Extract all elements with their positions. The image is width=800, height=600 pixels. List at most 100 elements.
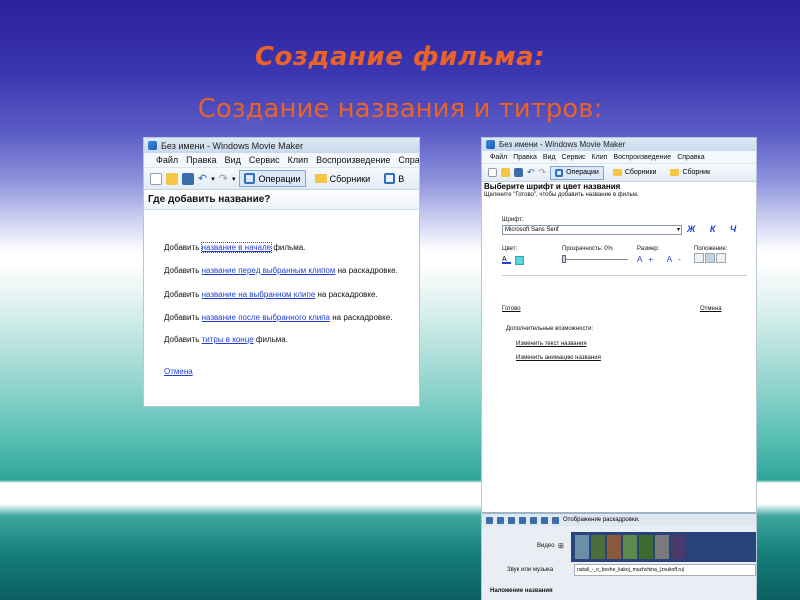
title-overlay-label: Наложение названия xyxy=(490,588,553,594)
option-on-clip: Добавить название на выбранном клипе на … xyxy=(164,290,378,299)
size-label: Размер: xyxy=(637,246,660,252)
open-icon[interactable] xyxy=(501,168,510,177)
redo-icon[interactable]: ↷ xyxy=(539,167,547,178)
text-color-icon[interactable]: A xyxy=(502,256,511,264)
color-label: Цвет: xyxy=(502,246,518,252)
operations-button[interactable]: Операции xyxy=(239,170,306,187)
new-icon[interactable] xyxy=(150,172,162,185)
narrate-icon[interactable] xyxy=(497,516,504,524)
edit-title-text-link[interactable]: Изменить текст названия xyxy=(516,341,587,347)
option-start-title: Добавить название в начале фильма. xyxy=(164,242,306,253)
menu-file[interactable]: Файл xyxy=(156,155,178,165)
timeline-view-icon[interactable] xyxy=(552,516,559,524)
link-title-start[interactable]: название в начале xyxy=(200,242,273,253)
transparency-slider[interactable] xyxy=(562,255,566,263)
task-heading: Где добавить название? xyxy=(144,190,419,210)
size-buttons[interactable]: A+ A- xyxy=(637,255,687,264)
toolbar: ↶ ▾ ↷ ▾ Операции Сборники В xyxy=(144,168,419,190)
movie-maker-icon xyxy=(486,140,495,149)
right-screenshot: Без имени - Windows Movie Maker Файл Пра… xyxy=(481,137,757,600)
open-icon[interactable] xyxy=(166,172,178,185)
window-title: Без имени - Windows Movie Maker xyxy=(161,140,304,151)
link-before-clip[interactable]: название перед выбранным клипом xyxy=(202,266,336,275)
divider xyxy=(502,275,747,276)
menu-file[interactable]: Файл xyxy=(490,154,507,161)
expand-icon[interactable]: ⊞ xyxy=(558,542,564,550)
video-clip[interactable] xyxy=(623,535,637,559)
video-track-label: Видео xyxy=(537,543,555,549)
video-track[interactable] xyxy=(571,532,756,562)
align-right-icon[interactable] xyxy=(716,253,726,263)
chevron-down-icon: ▾ xyxy=(676,227,680,233)
menu-play[interactable]: Воспроизведение xyxy=(613,154,671,161)
extra-button[interactable]: В xyxy=(379,170,409,187)
font-style-buttons[interactable]: Ж К Ч xyxy=(687,224,742,234)
option-before-clip: Добавить название перед выбранным клипом… xyxy=(164,266,398,275)
video-clip[interactable] xyxy=(607,535,621,559)
window-titlebar: Без имени - Windows Movie Maker xyxy=(482,138,756,151)
play-icon[interactable] xyxy=(541,516,548,524)
link-on-clip[interactable]: название на выбранном клипе xyxy=(202,290,316,299)
menu-help[interactable]: Справ xyxy=(398,155,419,165)
menu-tools[interactable]: Сервис xyxy=(562,154,586,161)
edit-title-animation-link[interactable]: Изменить анимацию названия xyxy=(516,355,601,361)
movie-maker-icon xyxy=(148,141,157,150)
operations-button[interactable]: Операции xyxy=(550,165,604,180)
rewind-icon[interactable] xyxy=(530,516,537,524)
transparency-label: Прозрачность: 0% xyxy=(562,246,613,252)
video-clip[interactable] xyxy=(575,535,589,559)
video-clip[interactable] xyxy=(671,535,685,559)
folder-icon xyxy=(670,169,680,176)
left-screenshot: Без имени - Windows Movie Maker Файл Пра… xyxy=(143,137,420,407)
chevron-down-icon[interactable]: ▾ xyxy=(232,175,236,183)
operations-icon xyxy=(555,168,564,177)
window-title: Без имени - Windows Movie Maker xyxy=(499,140,626,149)
redo-icon[interactable]: ↷ xyxy=(219,172,228,185)
align-center-icon[interactable] xyxy=(705,253,715,263)
undo-icon[interactable]: ↶ xyxy=(527,167,535,178)
video-clip[interactable] xyxy=(655,535,669,559)
collection-button[interactable]: Сборник xyxy=(665,166,715,179)
video-clip[interactable] xyxy=(591,535,605,559)
font-select[interactable]: Microsoft Sans Serif ▾ xyxy=(502,225,682,235)
menu-play[interactable]: Воспроизведение xyxy=(316,155,390,165)
folder-icon xyxy=(612,169,622,176)
collections-button[interactable]: Сборники xyxy=(310,171,376,187)
panel-heading: Выберите шрифт и цвет названия xyxy=(484,182,621,191)
audio-clip[interactable]: natali_-_o_boshe_kakoj_muzhchina_(zvukof… xyxy=(574,564,756,576)
panel-subheading: Щелкните "Готово", чтобы добавить назван… xyxy=(484,192,639,198)
cancel-link[interactable]: Отмена xyxy=(164,367,193,376)
cancel-link[interactable]: Отмена xyxy=(700,306,722,312)
menu-clip[interactable]: Клип xyxy=(288,155,308,165)
timeline-toolbar-label[interactable]: Отображение раскадровки. xyxy=(563,517,640,523)
save-icon[interactable] xyxy=(182,172,194,185)
slide-subtitle: Создание названия и титров: xyxy=(197,94,603,124)
done-link[interactable]: Готово xyxy=(502,306,521,312)
more-options-label: Дополнительные возможности: xyxy=(506,326,594,332)
position-label: Положение: xyxy=(694,246,728,252)
link-credits-end[interactable]: титры в конце xyxy=(202,335,254,344)
save-icon[interactable] xyxy=(514,168,523,177)
new-icon[interactable] xyxy=(488,168,497,177)
menu-edit[interactable]: Правка xyxy=(186,155,216,165)
collections-button[interactable]: Сборники xyxy=(608,166,662,179)
toolbar: ↶ ↷ Операции Сборники Сборник xyxy=(482,164,756,182)
undo-icon[interactable]: ↶ xyxy=(198,172,207,185)
menu-bar: Файл Правка Вид Сервис Клип Воспроизведе… xyxy=(144,153,419,168)
storyboard-icon[interactable] xyxy=(486,516,493,524)
zoom-out-icon[interactable] xyxy=(519,516,526,524)
align-left-icon[interactable] xyxy=(694,253,704,263)
menu-tools[interactable]: Сервис xyxy=(249,155,280,165)
menu-view[interactable]: Вид xyxy=(225,155,241,165)
transparency-slider-track xyxy=(562,259,628,260)
chevron-down-icon[interactable]: ▾ xyxy=(211,175,215,183)
menu-clip[interactable]: Клип xyxy=(592,154,608,161)
menu-edit[interactable]: Правка xyxy=(513,154,537,161)
menu-help[interactable]: Справка xyxy=(677,154,704,161)
option-after-clip: Добавить название после выбранного клипа… xyxy=(164,313,393,322)
video-clip[interactable] xyxy=(639,535,653,559)
menu-view[interactable]: Вид xyxy=(543,154,556,161)
zoom-in-icon[interactable] xyxy=(508,516,515,524)
link-after-clip[interactable]: название после выбранного клипа xyxy=(202,313,330,322)
background-color-swatch[interactable] xyxy=(515,256,524,265)
